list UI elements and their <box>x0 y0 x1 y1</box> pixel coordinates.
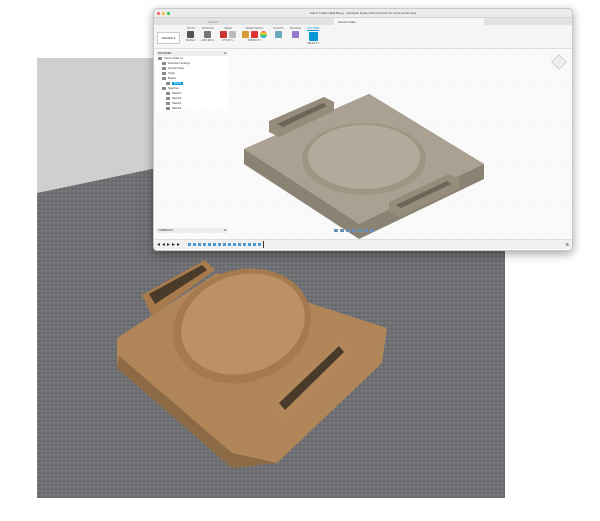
pin-icon[interactable]: ■ <box>224 52 226 55</box>
timeline-feature[interactable] <box>193 243 196 246</box>
navigation-bar <box>334 229 374 232</box>
timeline-feature[interactable] <box>203 243 206 246</box>
measure-icon <box>242 31 250 38</box>
timeline: ⚙ <box>154 239 572 249</box>
tray-model <box>244 94 484 239</box>
timeline-feature[interactable] <box>243 243 246 246</box>
tab-mesh[interactable]: MESH <box>224 27 232 30</box>
timeline-feature[interactable] <box>208 243 211 246</box>
play-icon[interactable] <box>167 243 170 246</box>
add-ins-menu[interactable]: ADD-INS ▾ <box>201 39 214 42</box>
timeline-feature[interactable] <box>258 243 261 246</box>
interference-icon <box>251 31 259 38</box>
next-icon[interactable] <box>172 243 175 246</box>
timeline-feature[interactable] <box>218 243 221 246</box>
timeline-feature[interactable] <box>213 243 216 246</box>
workspace-dropdown[interactable]: DESIGN ▾ <box>157 32 180 44</box>
previous-icon[interactable] <box>162 243 165 246</box>
timeline-feature[interactable] <box>238 243 241 246</box>
tab-carrot-coffee[interactable]: Carrot Coffee <box>334 18 484 25</box>
select-menu[interactable]: SELECT ▾ <box>307 42 319 45</box>
tab-surface[interactable]: SURFACE <box>202 27 214 30</box>
tab-untitled[interactable]: Untitled <box>204 18 334 25</box>
orbit-icon[interactable] <box>334 229 338 232</box>
zebra-icon <box>260 31 268 38</box>
display-icon <box>292 31 299 38</box>
browser-header: BROWSER <box>158 52 172 55</box>
last-icon[interactable] <box>177 243 180 246</box>
tab-manage[interactable]: MANAGE <box>290 27 301 30</box>
zoom-icon[interactable] <box>346 229 350 232</box>
browser-panel: BROWSER ■ Carrot Coffee v1 Document Setti… <box>156 51 228 111</box>
tab-utilities[interactable]: UTILITIES <box>307 27 320 31</box>
timeline-feature[interactable] <box>198 243 201 246</box>
title-bar: Carrot Coffee (Wall Base) - Autodesk Fus… <box>154 9 572 17</box>
viewports-icon[interactable] <box>370 229 374 232</box>
tab-solid[interactable]: SOLID <box>187 27 195 30</box>
view-cube[interactable] <box>551 54 567 70</box>
tab-sheet-metal[interactable]: SHEET METAL <box>246 27 264 30</box>
tab-plastic[interactable]: PLASTIC <box>273 27 284 30</box>
pin-icon[interactable]: ■ <box>224 229 226 232</box>
timeline-marker[interactable] <box>263 241 264 248</box>
fit-icon[interactable] <box>352 229 356 232</box>
canvas-viewport[interactable]: BROWSER ■ Carrot Coffee v1 Document Setti… <box>154 49 572 239</box>
timeline-feature[interactable] <box>253 243 256 246</box>
select-icon <box>308 32 318 41</box>
timeline-feature[interactable] <box>188 243 191 246</box>
fusion-window: Carrot Coffee (Wall Base) - Autodesk Fus… <box>153 8 573 251</box>
comments-panel[interactable]: COMMENTS ■ <box>156 228 228 233</box>
gear-icon[interactable]: ⚙ <box>565 242 569 247</box>
utility-icon-2 <box>229 31 237 38</box>
grid-icon[interactable] <box>364 229 368 232</box>
timeline-feature[interactable] <box>228 243 231 246</box>
toolbar-ribbon: DESIGN ▾ SOLID MAKE ▾ SURFACE ADD-INS ▾ ME… <box>154 25 572 49</box>
window-title: Carrot Coffee (Wall Base) - Autodesk Fus… <box>309 11 417 15</box>
display-settings-icon[interactable] <box>358 229 362 232</box>
document-tabs: Untitled Carrot Coffee <box>154 17 572 25</box>
timeline-feature[interactable] <box>233 243 236 246</box>
section-icon <box>274 31 282 38</box>
timeline-feature[interactable] <box>223 243 226 246</box>
inspect-menu[interactable]: INSPECT ▾ <box>248 39 261 42</box>
make-icon <box>187 31 195 38</box>
utility-icon <box>220 31 228 38</box>
pan-icon[interactable] <box>340 229 344 232</box>
timeline-feature[interactable] <box>248 243 251 246</box>
make-menu[interactable]: MAKE ▾ <box>186 39 195 42</box>
browser-item-sketch4[interactable]: Sketch4 <box>156 106 228 111</box>
first-icon[interactable] <box>157 243 160 246</box>
add-ins-icon <box>204 31 212 38</box>
utility-menu[interactable]: UTILITY ▾ <box>222 39 234 42</box>
